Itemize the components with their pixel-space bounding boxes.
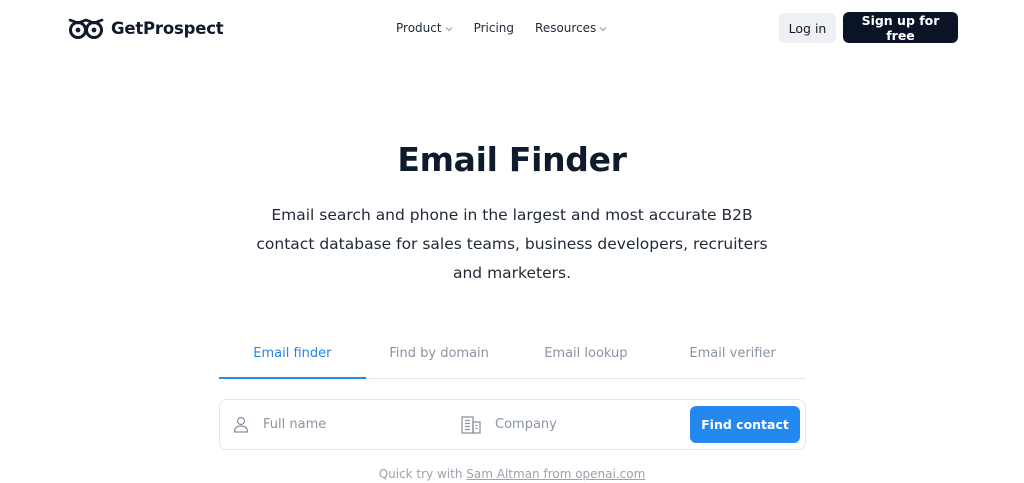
quick-try-link[interactable]: Sam Altman from openai.com <box>466 467 645 481</box>
nav-item-product[interactable]: Product <box>396 21 453 35</box>
nav-item-pricing[interactable]: Pricing <box>474 21 514 35</box>
chevron-down-icon <box>599 21 607 35</box>
tab-email-verifier[interactable]: Email verifier <box>659 338 806 378</box>
building-icon <box>461 415 493 434</box>
nav-item-resources[interactable]: Resources <box>535 21 607 35</box>
brand-name: GetProspect <box>111 18 224 38</box>
quick-try-prefix: Quick try with <box>378 467 463 481</box>
full-name-input[interactable] <box>261 416 435 433</box>
owl-eyes-icon <box>68 16 104 40</box>
find-contact-button[interactable]: Find contact <box>690 406 800 443</box>
tab-email-lookup[interactable]: Email lookup <box>513 338 660 378</box>
quick-try: Quick try with Sam Altman from openai.co… <box>0 467 1024 481</box>
top-navigation: GetProspect Product Pricing Resources Lo… <box>0 0 1024 56</box>
brand-logo[interactable]: GetProspect <box>68 15 224 41</box>
search-mode-tabs: Email finder Find by domain Email lookup… <box>219 338 806 379</box>
page-title: Email Finder <box>397 140 627 179</box>
tab-find-by-domain[interactable]: Find by domain <box>366 338 513 378</box>
nav-item-label: Product <box>396 21 442 35</box>
search-form: Find contact <box>219 399 806 450</box>
full-name-field <box>233 400 435 449</box>
user-icon <box>233 416 261 433</box>
nav-item-label: Resources <box>535 21 597 35</box>
tab-email-finder[interactable]: Email finder <box>219 338 366 379</box>
login-button[interactable]: Log in <box>779 13 836 43</box>
company-field <box>461 400 667 449</box>
chevron-down-icon <box>445 21 453 35</box>
main-menu: Product Pricing Resources <box>396 19 607 37</box>
nav-item-label: Pricing <box>473 21 515 35</box>
page-subtitle: Email search and phone in the largest an… <box>256 206 768 282</box>
company-input[interactable] <box>493 416 667 433</box>
signup-button[interactable]: Sign up for free <box>843 12 958 43</box>
